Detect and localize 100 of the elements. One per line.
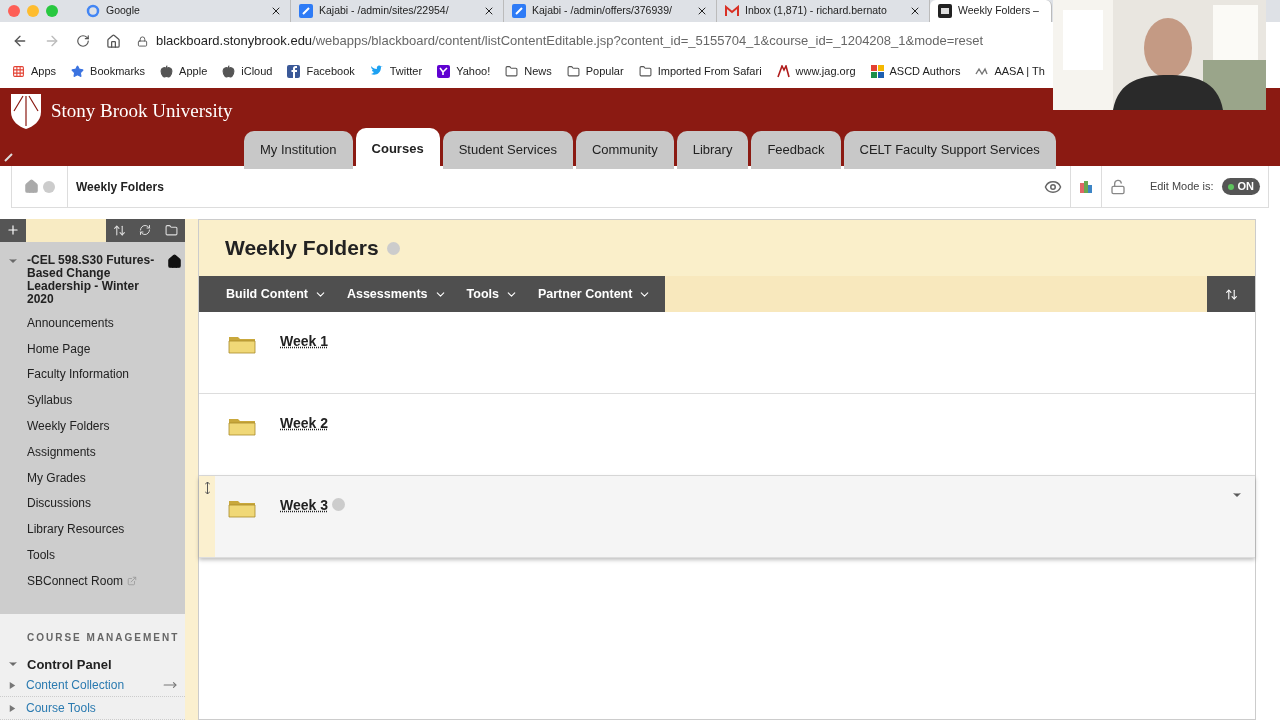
google-icon	[86, 4, 100, 18]
apple-icon	[160, 64, 174, 78]
bookmark[interactable]: Yahoo!	[437, 62, 491, 80]
browser-tab[interactable]: Weekly Folders –	[930, 0, 1052, 22]
star-icon	[71, 64, 85, 78]
add-button[interactable]	[0, 219, 26, 242]
bookmark[interactable]: Imported From Safari	[638, 62, 762, 80]
reload-icon[interactable]	[76, 34, 90, 48]
tab-title: Kajabi - /admin/offers/376939/	[532, 3, 673, 19]
close-icon[interactable]	[483, 5, 495, 17]
folder-icon	[638, 64, 652, 78]
folder-icon	[228, 498, 256, 518]
folder-icon	[505, 64, 519, 78]
plus-icon	[6, 223, 20, 238]
course-title[interactable]: -CEL 598.S30 Futures-Based Change Leadership - Winter 2020	[27, 253, 167, 306]
course-menu-item[interactable]: Syllabus	[0, 387, 185, 414]
sort-icon	[1224, 287, 1238, 301]
bb-icon	[938, 4, 952, 18]
tab-title: Kajabi - /admin/sites/22954/	[319, 3, 450, 19]
yahoo-icon	[437, 64, 451, 78]
close-light[interactable]	[8, 5, 20, 17]
bookmark[interactable]: Apple	[160, 62, 208, 80]
close-icon[interactable]	[696, 5, 708, 17]
sort-icon[interactable]	[112, 223, 126, 237]
refresh-icon[interactable]	[139, 224, 152, 237]
page-title: Weekly Folders	[225, 235, 379, 262]
folder-row[interactable]: Week 3	[199, 476, 1255, 558]
jag-icon	[776, 64, 790, 78]
home-icon[interactable]	[167, 253, 182, 269]
action-menu-button[interactable]: Tools	[456, 284, 528, 304]
nav-tab[interactable]: CELT Faculty Support Services	[843, 131, 1056, 169]
course-menu-item[interactable]: Weekly Folders	[0, 413, 185, 439]
nav-tab[interactable]: Feedback	[751, 131, 841, 169]
nav-tab[interactable]: Library	[676, 131, 749, 169]
sort-button[interactable]	[1207, 276, 1255, 312]
nav-tab[interactable]: Community	[575, 131, 674, 169]
folder-icon	[228, 334, 256, 354]
apps-icon	[12, 64, 25, 78]
home-icon[interactable]	[106, 33, 121, 49]
browser-tab[interactable]: Kajabi - /admin/offers/376939/	[504, 0, 717, 22]
bookmark[interactable]: Bookmarks	[71, 62, 146, 80]
bookmark[interactable]: News	[505, 62, 552, 80]
bookmark[interactable]: ASCD Authors	[870, 62, 961, 80]
tab-title: Google	[106, 3, 141, 19]
aasa-icon	[975, 67, 989, 75]
course-menu-item[interactable]: My Grades	[0, 464, 185, 491]
action-menu-button[interactable]: Assessments	[336, 284, 457, 304]
control-panel-link[interactable]: Course Tools	[26, 699, 96, 718]
folder-link[interactable]: Week 1	[280, 331, 328, 352]
nav-tab[interactable]: Courses	[355, 128, 440, 169]
folder-link[interactable]: Week 2	[280, 413, 328, 434]
breadcrumb-current: Weekly Folders	[75, 178, 164, 196]
bookmark[interactable]: iCloud	[222, 62, 273, 80]
browser-tab[interactable]: Google	[78, 0, 291, 22]
control-panel-heading[interactable]: Control Panel	[27, 654, 112, 675]
unlock-icon[interactable]	[1109, 178, 1126, 195]
nav-tab[interactable]: Student Services	[442, 131, 573, 169]
bookmark[interactable]: Facebook	[287, 62, 355, 80]
course-menu-item[interactable]: Tools	[0, 542, 185, 568]
section-heading: COURSE MANAGEMENT	[26, 630, 181, 645]
action-menu-button[interactable]: Build Content	[216, 284, 337, 304]
bookmark[interactable]: Twitter	[369, 62, 423, 80]
palette-icon[interactable]	[1078, 179, 1093, 194]
link-icon[interactable]	[4, 153, 13, 162]
k-icon	[299, 4, 313, 18]
folder-icon	[228, 416, 256, 436]
close-icon[interactable]	[270, 5, 282, 17]
university-logo[interactable]: Stony Brook University	[51, 96, 233, 126]
drag-arrow-icon	[204, 482, 210, 494]
browser-tab[interactable]: Kajabi - /admin/sites/22954/	[291, 0, 504, 22]
control-panel-link[interactable]: Content Collection	[26, 676, 125, 695]
edit-mode-label: Edit Mode is:	[1148, 179, 1215, 195]
expand-arrow-icon[interactable]	[9, 703, 16, 713]
back-icon[interactable]	[12, 33, 28, 49]
edit-mode-toggle[interactable]: ON	[1221, 178, 1260, 195]
folder-icon[interactable]	[165, 223, 179, 237]
course-menu-item[interactable]: Discussions	[0, 490, 185, 517]
tab-title: Weekly Folders –	[958, 3, 1040, 19]
drag-handle[interactable]	[199, 476, 215, 557]
close-icon[interactable]	[909, 5, 921, 17]
action-menu-button[interactable]: Partner Content	[527, 284, 662, 304]
tab-title: Inbox (1,871) - richard.bernato	[745, 3, 888, 19]
k-icon	[512, 4, 526, 18]
nav-tab[interactable]: My Institution	[244, 131, 353, 169]
lock-icon	[137, 35, 148, 47]
ascd-icon	[870, 64, 884, 78]
bookmark[interactable]: Popular	[566, 62, 624, 80]
course-menu-item[interactable]: Faculty Information	[0, 361, 185, 388]
course-menu-item[interactable]: Announcements	[0, 309, 185, 336]
bookmark[interactable]: www.jag.org	[776, 62, 856, 80]
expand-arrow-icon[interactable]	[9, 680, 16, 690]
folder-link[interactable]: Week 3	[280, 495, 328, 516]
course-menu-item[interactable]: Library Resources	[0, 516, 185, 543]
course-menu-item[interactable]: Assignments	[0, 438, 185, 465]
bookmark[interactable]: Apps	[12, 62, 57, 80]
course-menu-item[interactable]: SBConnect Room	[0, 567, 185, 594]
shield-logo-icon	[9, 92, 43, 130]
external-link-icon	[127, 575, 138, 586]
bookmark[interactable]: AASA | Th	[975, 62, 1045, 80]
course-menu-item[interactable]: Home Page	[0, 335, 185, 362]
